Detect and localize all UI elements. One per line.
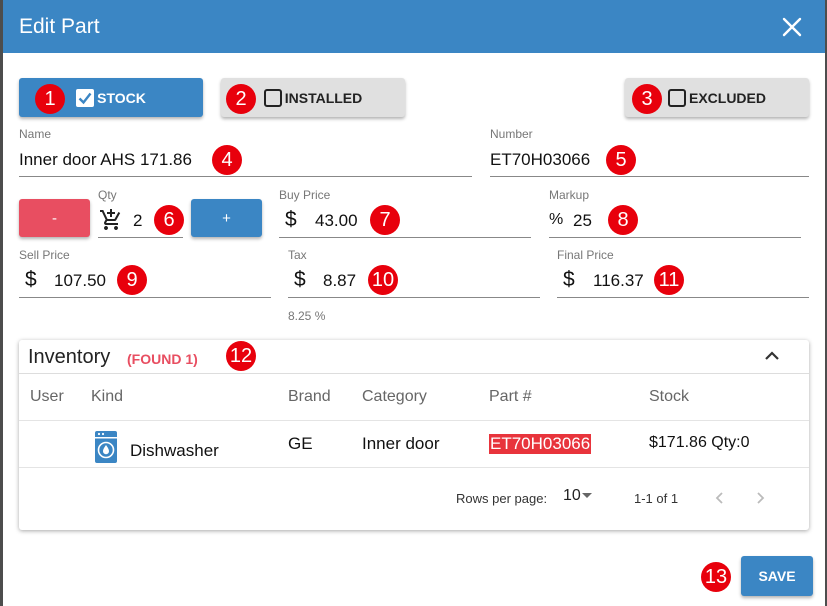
- cell-part-number: ET70H03066: [489, 434, 592, 454]
- annotation-badge: 11: [654, 265, 684, 295]
- column-header-user[interactable]: User: [30, 388, 64, 406]
- final-price-underline: [557, 297, 809, 298]
- annotation-badge: 7: [370, 205, 400, 235]
- sell-price-input[interactable]: 107.50: [54, 271, 106, 291]
- cell-brand: GE: [288, 434, 313, 453]
- row-divider: [19, 467, 809, 468]
- sell-price-underline: [19, 297, 271, 298]
- annotation-badge: 4: [212, 145, 242, 175]
- cell-stock: $171.86 Qty:0: [649, 434, 750, 451]
- save-button[interactable]: SAVE: [741, 556, 813, 596]
- annotation-badge: 9: [117, 265, 147, 295]
- markup-input[interactable]: 25: [573, 211, 592, 231]
- column-header-category[interactable]: Category: [362, 388, 427, 406]
- inventory-title: Inventory: [28, 346, 111, 368]
- sell-price-label: Sell Price: [19, 248, 70, 262]
- name-underline: [19, 176, 472, 177]
- name-label: Name: [19, 127, 52, 141]
- rows-per-page-select[interactable]: 10: [563, 487, 597, 507]
- qty-label: Qty: [98, 188, 117, 202]
- annotation-badge: 3: [632, 84, 662, 114]
- percent-icon: %: [549, 211, 564, 228]
- number-underline: [490, 176, 809, 177]
- cell-kind: Dishwasher: [130, 441, 219, 460]
- final-price-input[interactable]: 116.37: [593, 271, 644, 291]
- column-header-part-number[interactable]: Part #: [489, 388, 532, 406]
- close-icon[interactable]: [781, 16, 803, 38]
- final-price-label: Final Price: [557, 248, 614, 262]
- qty-decrement-button[interactable]: -: [19, 199, 90, 237]
- dollar-icon: $: [563, 268, 575, 291]
- column-header-kind[interactable]: Kind: [91, 388, 123, 406]
- annotation-badge: 13: [701, 562, 731, 592]
- annotation-badge: 5: [606, 145, 636, 175]
- annotation-badge: 1: [35, 84, 65, 114]
- tax-label: Tax: [288, 248, 307, 262]
- buy-price-underline: [279, 237, 531, 238]
- tax-underline: [288, 297, 540, 298]
- chevron-right-icon[interactable]: [752, 490, 768, 506]
- add-cart-icon: [100, 209, 121, 230]
- rows-per-page-value: 10: [563, 487, 581, 504]
- buy-price-input[interactable]: 43.00: [315, 211, 358, 231]
- number-input[interactable]: ET70H03066: [490, 150, 590, 170]
- cell-category: Inner door: [362, 434, 440, 453]
- excluded-toggle-label: EXCLUDED: [688, 89, 766, 106]
- dollar-icon: $: [285, 208, 297, 231]
- inventory-found-count: (FOUND 1): [127, 351, 198, 367]
- installed-toggle-label: INSTALLED: [284, 89, 363, 106]
- column-header-stock[interactable]: Stock: [649, 388, 689, 406]
- caret-down-icon: [582, 493, 592, 498]
- dialog-titlebar: Edit Part: [3, 0, 825, 53]
- chevron-up-icon[interactable]: [763, 347, 781, 365]
- annotation-badge: 8: [608, 205, 638, 235]
- chevron-left-icon[interactable]: [712, 490, 728, 506]
- dollar-icon: $: [294, 268, 306, 291]
- header-divider: [19, 420, 809, 421]
- buy-price-label: Buy Price: [279, 188, 331, 202]
- tax-rate-hint: 8.25 %: [288, 309, 326, 323]
- annotation-badge: 10: [368, 265, 398, 295]
- inventory-separator: [19, 373, 809, 374]
- stock-toggle-label: STOCK: [97, 89, 146, 106]
- annotation-badge: 2: [226, 84, 256, 114]
- markup-underline: [549, 237, 801, 238]
- markup-label: Markup: [549, 188, 590, 202]
- checkbox-checked-icon: [76, 88, 95, 107]
- pagination-range: 1-1 of 1: [634, 491, 679, 506]
- tax-input[interactable]: 8.87: [323, 271, 356, 291]
- checkbox-empty-icon: [667, 88, 686, 107]
- dollar-icon: $: [25, 268, 37, 291]
- qty-increment-button[interactable]: +: [191, 199, 262, 237]
- qty-input[interactable]: 2: [133, 211, 142, 231]
- inventory-panel: Inventory (FOUND 1) User Kind Brand Cate…: [19, 340, 809, 530]
- annotation-badge: 6: [154, 205, 184, 235]
- dialog-title: Edit Part: [19, 15, 100, 38]
- qty-underline: [98, 237, 183, 238]
- checkbox-empty-icon: [263, 88, 282, 107]
- dishwasher-icon: [95, 431, 117, 463]
- column-header-brand[interactable]: Brand: [288, 388, 331, 406]
- annotation-badge: 12: [226, 341, 256, 371]
- number-label: Number: [490, 127, 533, 141]
- edit-part-dialog: Edit Part STOCK INSTALLED EXCLUDED Name …: [3, 0, 825, 606]
- rows-per-page-label: Rows per page:: [456, 491, 548, 506]
- name-input[interactable]: Inner door AHS 171.86: [19, 150, 192, 170]
